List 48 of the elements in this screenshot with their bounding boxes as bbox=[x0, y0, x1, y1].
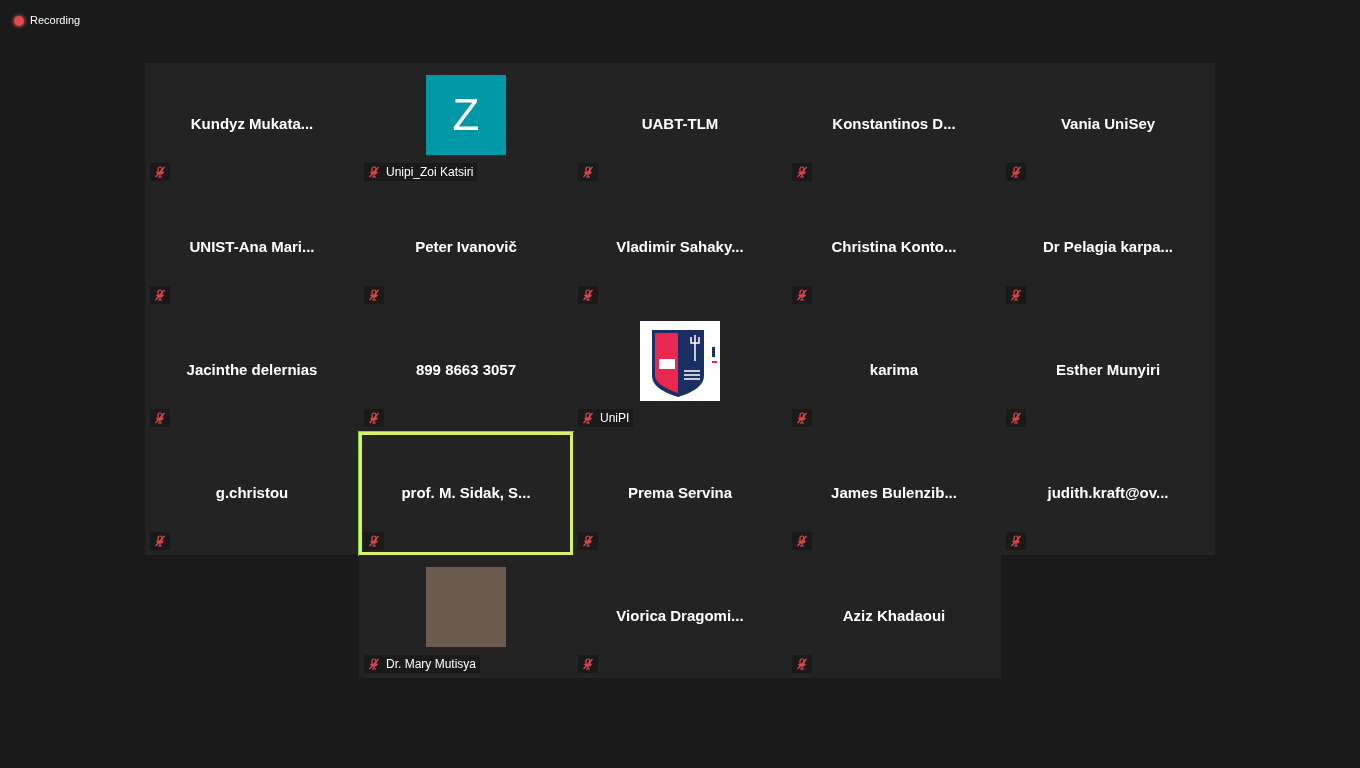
participant-tile[interactable]: Vania UniSey bbox=[1001, 63, 1215, 186]
participant-name: Esther Munyiri bbox=[1055, 360, 1161, 381]
participant-name: James Bulenzib... bbox=[831, 483, 957, 504]
participant-name: Jacinthe delernias bbox=[186, 360, 318, 381]
participant-tile[interactable]: g.christou bbox=[145, 432, 359, 555]
participant-name: prof. M. Sidak, S... bbox=[401, 483, 531, 504]
participant-tile[interactable]: 899 8663 3057 bbox=[359, 309, 573, 432]
participant-name: UABT-TLM bbox=[641, 114, 719, 135]
participant-name: Unipi_Zoi Katsiri bbox=[386, 164, 474, 181]
participant-name: judith.kraft@ov... bbox=[1047, 483, 1169, 504]
participant-name: Dr Pelagia karpa... bbox=[1042, 237, 1174, 258]
participant-tile[interactable]: Z Unipi_Zoi Katsiri bbox=[359, 63, 573, 186]
participant-name: Dr. Mary Mutisya bbox=[386, 656, 476, 673]
participant-tile[interactable]: prof. M. Sidak, S... bbox=[359, 432, 573, 555]
participant-name: UniPI bbox=[600, 410, 630, 427]
participant-tile[interactable]: Dr Pelagia karpa... bbox=[1001, 186, 1215, 309]
participant-name: Prema Servina bbox=[627, 483, 733, 504]
participant-tile[interactable]: Esther Munyiri bbox=[1001, 309, 1215, 432]
participant-tile[interactable]: Vladimir Sahaky... bbox=[573, 186, 787, 309]
participant-tile[interactable]: Kundyz Mukata... bbox=[145, 63, 359, 186]
participant-tile[interactable]: UniPI bbox=[573, 309, 787, 432]
participant-tile[interactable]: Konstantinos D... bbox=[787, 63, 1001, 186]
participant-name: Christina Konto... bbox=[831, 237, 957, 258]
participant-name: karima bbox=[869, 360, 919, 381]
participant-name: g.christou bbox=[215, 483, 289, 504]
participant-tile[interactable]: karima bbox=[787, 309, 1001, 432]
participant-tile[interactable]: Christina Konto... bbox=[787, 186, 1001, 309]
participant-name: Aziz Khadaoui bbox=[842, 606, 946, 627]
participant-tile[interactable]: judith.kraft@ov... bbox=[1001, 432, 1215, 555]
participant-tile[interactable]: UABT-TLM bbox=[573, 63, 787, 186]
participant-name: UNIST-Ana Mari... bbox=[189, 237, 315, 258]
participant-tile[interactable]: Jacinthe delernias bbox=[145, 309, 359, 432]
participant-name: Vania UniSey bbox=[1060, 114, 1156, 135]
participant-tile[interactable]: Viorica Dragomi... bbox=[573, 555, 787, 678]
participant-name: Viorica Dragomi... bbox=[616, 606, 744, 627]
participant-name: Konstantinos D... bbox=[832, 114, 956, 135]
participant-name: Kundyz Mukata... bbox=[190, 114, 314, 135]
participant-name: 899 8663 3057 bbox=[415, 360, 517, 381]
participant-tile[interactable]: Dr. Mary Mutisya bbox=[359, 555, 573, 678]
participant-name: Peter Ivanovič bbox=[415, 237, 517, 258]
participant-tile[interactable]: UNIST-Ana Mari... bbox=[145, 186, 359, 309]
avatar-initial: Z bbox=[452, 92, 480, 137]
recording-label: Recording bbox=[30, 13, 81, 29]
participant-tile[interactable]: Aziz Khadaoui bbox=[787, 555, 1001, 678]
participant-tile[interactable]: Peter Ivanovič bbox=[359, 186, 573, 309]
participant-tile[interactable]: James Bulenzib... bbox=[787, 432, 1001, 555]
participant-name: Vladimir Sahaky... bbox=[616, 237, 744, 258]
participant-tile[interactable]: Prema Servina bbox=[573, 432, 787, 555]
